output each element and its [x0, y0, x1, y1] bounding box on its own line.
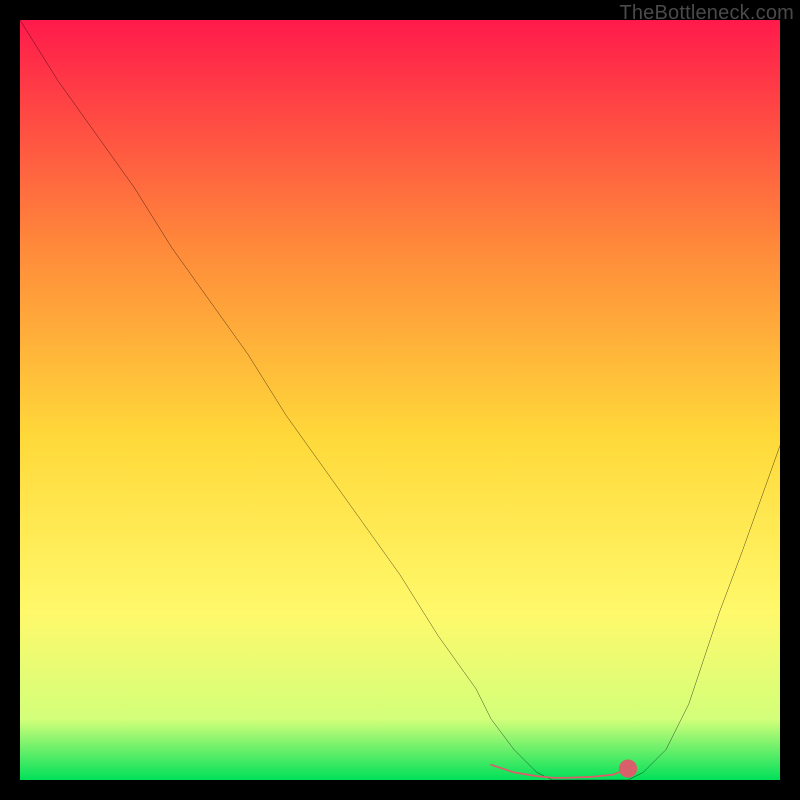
watermark-text: TheBottleneck.com — [619, 2, 794, 25]
bottleneck-curve — [20, 20, 780, 780]
chart-svg — [20, 20, 780, 780]
chart-frame: TheBottleneck.com — [0, 0, 800, 800]
optimal-band — [491, 765, 628, 778]
optimal-point-marker — [619, 759, 637, 777]
